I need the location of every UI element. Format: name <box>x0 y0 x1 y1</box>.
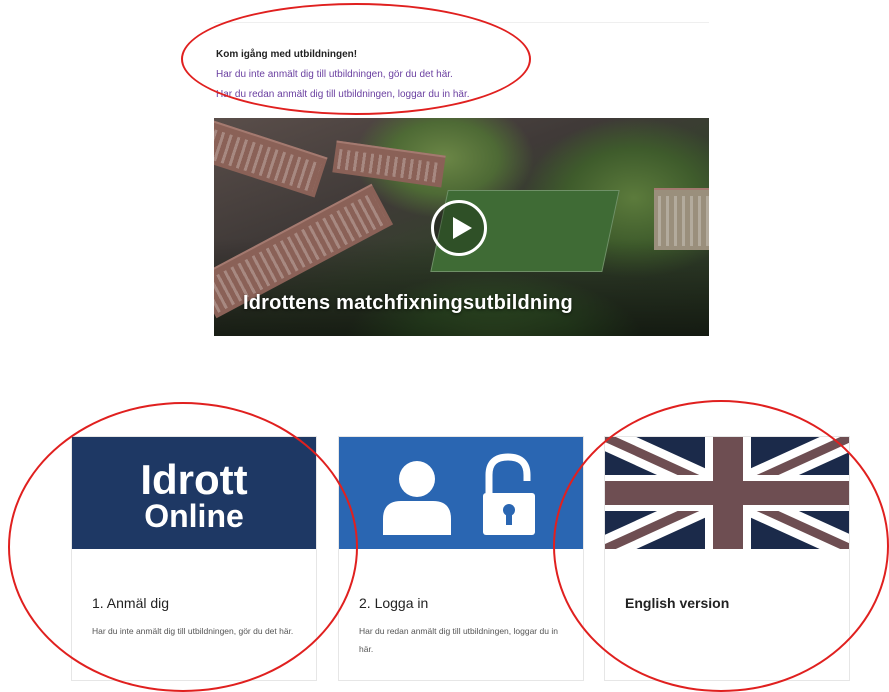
card-english[interactable]: English version <box>604 436 850 681</box>
intro-heading: Kom igång med utbildningen! <box>216 49 358 60</box>
card-login[interactable]: 2. Logga in Har du redan anmält dig till… <box>338 436 584 681</box>
card-title: 1. Anmäl dig <box>92 595 170 611</box>
top-divider <box>214 22 709 23</box>
card-description: Har du inte anmält dig till utbildningen… <box>92 626 294 636</box>
building-shape <box>332 140 446 188</box>
card-title: English version <box>625 595 730 611</box>
logo-line-2: Online <box>144 498 244 534</box>
logo-line-1: Idrott <box>140 456 248 503</box>
intro-section: Kom igång med utbildningen! Har du inte … <box>216 45 470 105</box>
building-shape <box>214 120 328 198</box>
video-player[interactable]: Idrottens matchfixningsutbildning <box>214 118 709 336</box>
play-icon <box>453 217 472 239</box>
card-description: Har du redan anmält dig till utbildninge… <box>359 626 558 654</box>
building-shape <box>654 188 709 250</box>
idrottonline-logo: Idrott Online <box>72 437 316 549</box>
login-image <box>339 437 583 549</box>
video-title: Idrottens matchfixningsutbildning <box>243 292 573 314</box>
uk-flag-icon <box>605 437 849 549</box>
english-flag-image <box>605 437 849 549</box>
card-title: 2. Logga in <box>359 595 429 611</box>
card-register[interactable]: Idrott Online 1. Anmäl dig Har du inte a… <box>71 436 317 681</box>
play-button[interactable] <box>431 200 487 256</box>
user-icon <box>383 461 451 535</box>
register-link[interactable]: Har du inte anmält dig till utbildningen… <box>216 65 470 85</box>
login-link[interactable]: Har du redan anmält dig till utbildninge… <box>216 85 470 105</box>
unlock-icon <box>483 453 535 535</box>
